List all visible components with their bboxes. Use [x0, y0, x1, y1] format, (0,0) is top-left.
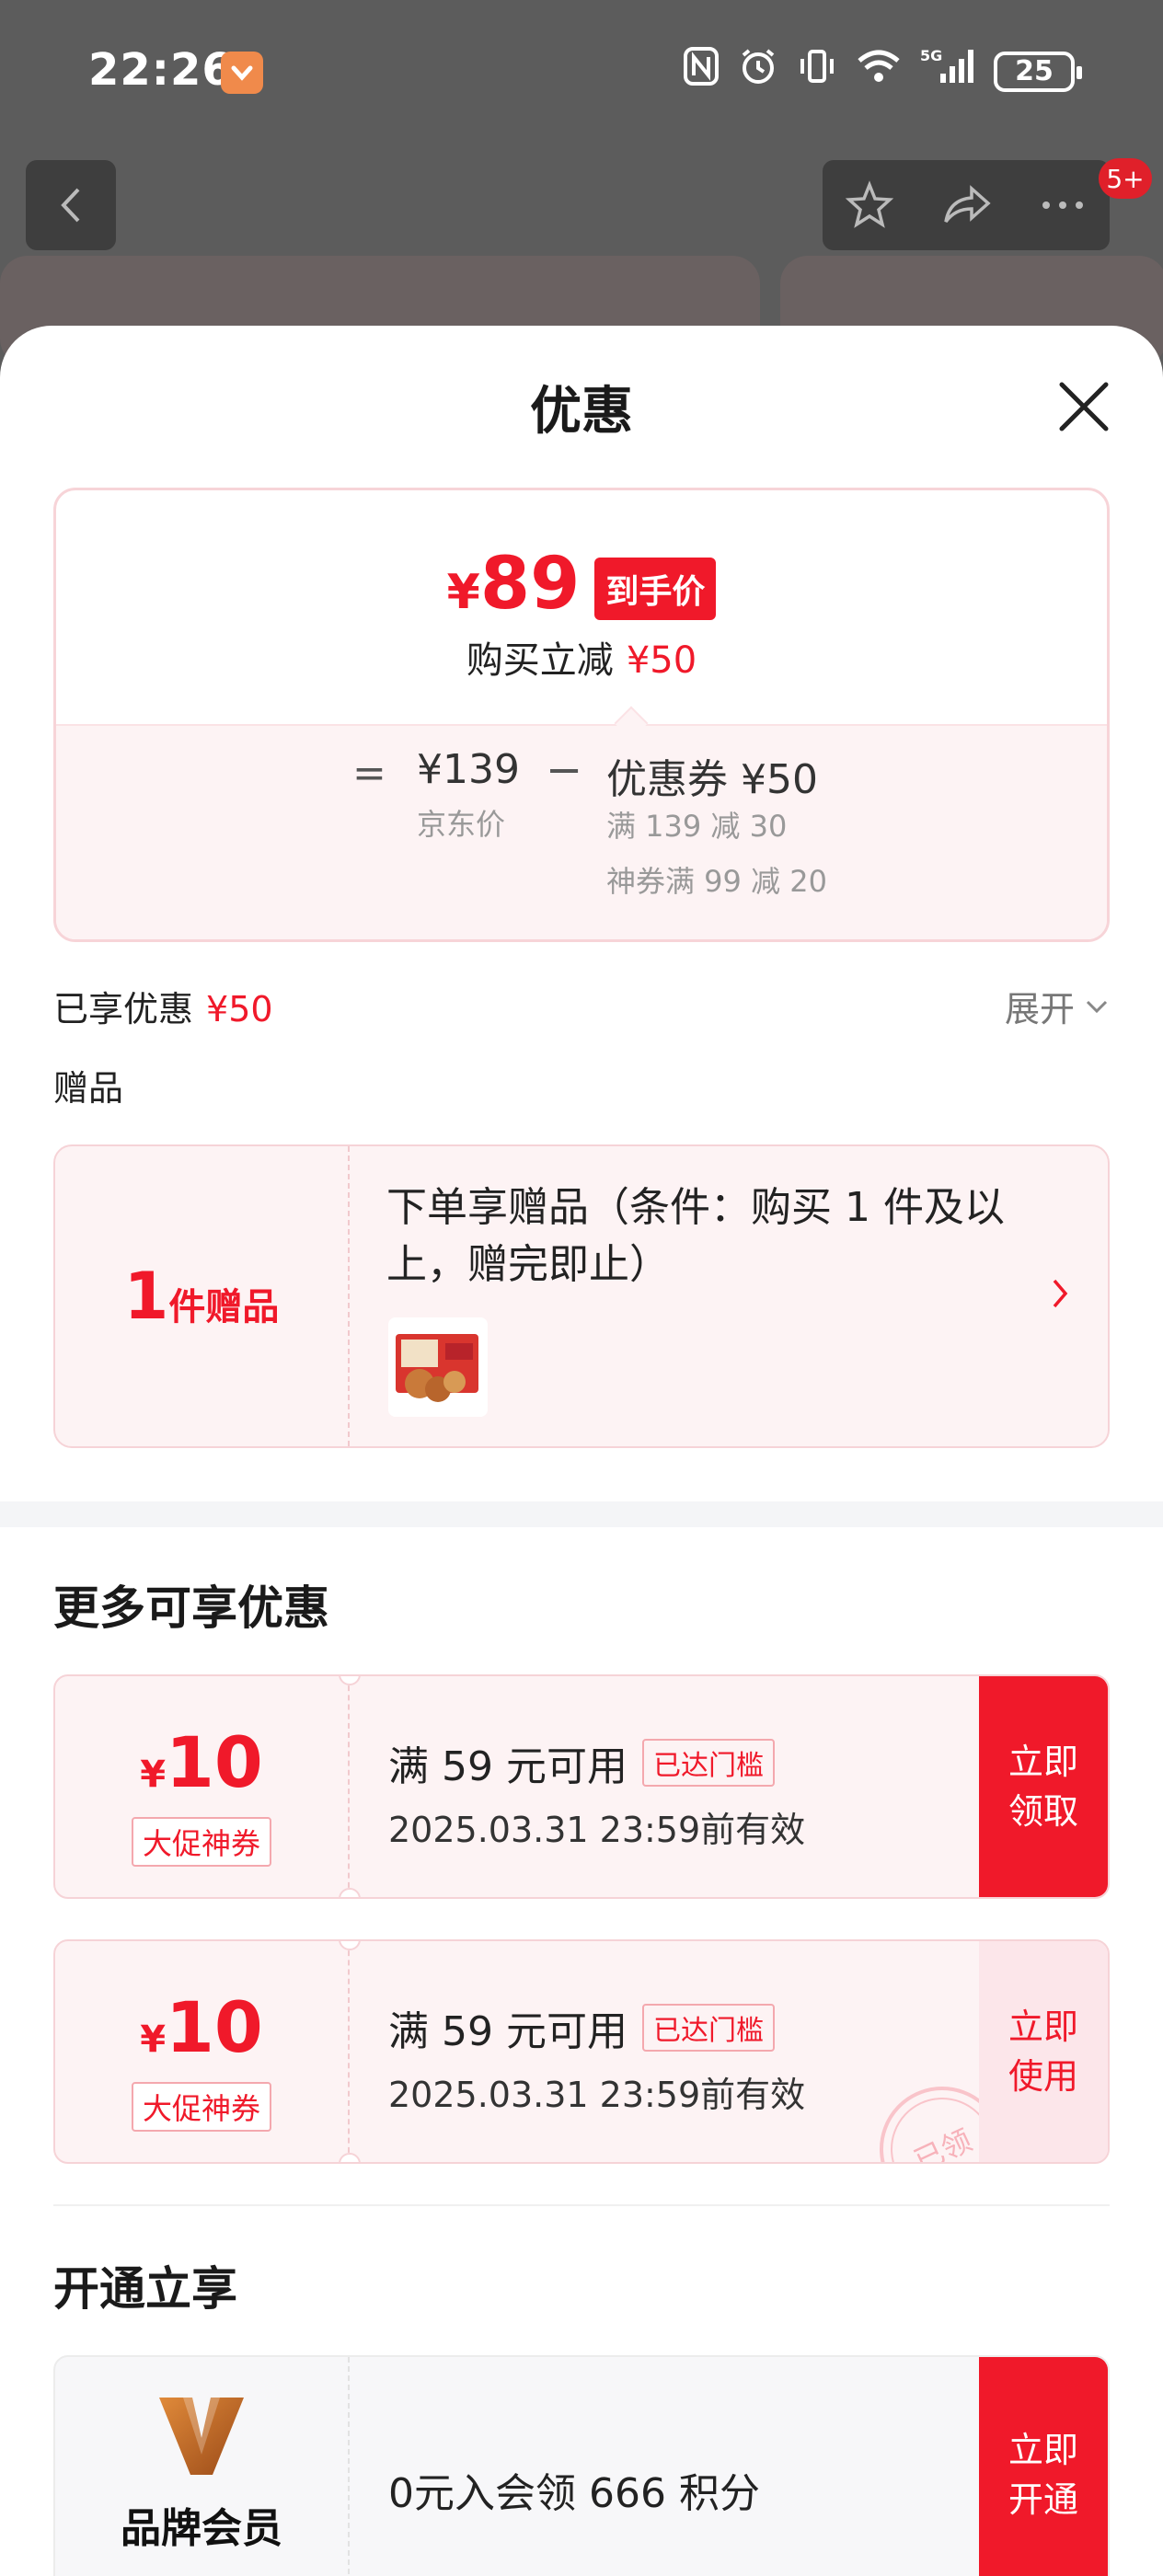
status-icons: 5G 25	[683, 46, 1082, 97]
coupon-type: 大促神券	[131, 1817, 271, 1867]
svg-text:5G: 5G	[920, 47, 942, 64]
coupon-total: 优惠券 ¥50	[606, 756, 818, 803]
notification-app-icon	[221, 52, 263, 94]
jd-price: ¥139	[417, 746, 520, 793]
price-formula: = ¥139 京东价 − 优惠券 ¥50 满 139 减 30 神券满 99 减…	[56, 724, 1107, 939]
gift-count: 1 件赠品	[55, 1146, 350, 1446]
threshold-badge: 已达门槛	[641, 2004, 775, 2052]
top-actions	[823, 160, 1110, 250]
status-time: 22:26	[88, 44, 234, 96]
coupon-condition: 满 59 元可用 已达门槛	[388, 1733, 775, 1792]
jd-price-label: 京东价	[417, 807, 506, 842]
close-icon	[1059, 382, 1109, 431]
final-price-tag: 到手价	[594, 557, 717, 620]
chevron-right-icon	[1053, 1279, 1068, 1308]
coupon-validity: 2025.03.31 23:59前有效	[388, 1810, 806, 1850]
wifi-icon	[856, 46, 902, 97]
membership-offer: 0元入会领 666 积分	[388, 2470, 760, 2517]
gift-heading: 赠品	[53, 1068, 124, 1109]
vibrate-icon	[797, 46, 837, 97]
coupon-condition: 满 59 元可用 已达门槛	[388, 1998, 775, 2057]
alarm-icon	[738, 46, 778, 97]
equals-sign: =	[352, 750, 386, 797]
coupon-value: ¥10 大促神券	[55, 1676, 350, 1897]
gift-product-image	[388, 1317, 488, 1417]
enjoyed-discount: 已享优惠 ¥50	[53, 989, 273, 1029]
coupon-card: ¥10 大促神券 满 59 元可用 已达门槛 2025.03.31 23:59前…	[53, 1674, 1110, 1899]
cellular-signal-icon: 5G	[920, 46, 975, 97]
discount-sheet: 优惠 ¥89 到手价 购买立减 ¥50 = ¥139 京东价 − 优惠券 ¥50 …	[0, 326, 1163, 2576]
gift-card[interactable]: 1 件赠品 下单享赠品（条件：购买 1 件及以上，赠完即止）	[53, 1144, 1110, 1448]
use-coupon-button[interactable]: 立即使用	[979, 1941, 1108, 2162]
chevron-left-icon	[61, 188, 80, 223]
gift-description: 下单享赠品（条件：购买 1 件及以上，赠完即止）	[386, 1184, 1005, 1288]
join-membership-button[interactable]: 立即开通	[979, 2357, 1108, 2576]
section-divider	[0, 1501, 1163, 1527]
membership-card: 品牌会员 0元入会领 666 积分 立即开通	[53, 2355, 1110, 2576]
share-icon[interactable]	[938, 179, 994, 231]
threshold-badge: 已达门槛	[641, 1739, 775, 1787]
membership-brand: 品牌会员	[55, 2357, 350, 2576]
chevron-down-icon	[1086, 1000, 1108, 1013]
close-button[interactable]	[1054, 377, 1113, 436]
coupon-type: 大促神券	[131, 2082, 271, 2132]
divider	[53, 2204, 1110, 2206]
price-breakdown-card: ¥89 到手价 购买立减 ¥50 = ¥139 京东价 − 优惠券 ¥50 满 1…	[53, 488, 1110, 942]
final-price-section: ¥89 到手价 购买立减 ¥50	[56, 490, 1107, 724]
coupon-value: ¥10 大促神券	[55, 1941, 350, 2162]
final-price: ¥89	[446, 543, 581, 626]
expand-button[interactable]: 展开	[1005, 981, 1110, 1031]
membership-name: 品牌会员	[121, 2505, 282, 2552]
sheet-title: 优惠	[530, 382, 633, 442]
coupon-validity: 2025.03.31 23:59前有效	[388, 2075, 806, 2115]
back-button[interactable]	[26, 160, 116, 250]
battery-indicator: 25	[994, 51, 1082, 92]
more-offers-heading: 更多可享优惠	[53, 1581, 329, 1635]
nfc-icon	[683, 46, 720, 97]
coupon-detail: 满 139 减 30	[606, 809, 788, 844]
coupon-card: ¥10 大促神券 满 59 元可用 已达门槛 2025.03.31 23:59前…	[53, 1939, 1110, 2164]
brand-logo-icon	[159, 2398, 244, 2475]
message-count-badge: 5+	[1099, 158, 1152, 199]
minus-sign: −	[546, 744, 583, 796]
instant-reduction: 购买立减 ¥50	[466, 639, 697, 682]
coupon-detail: 神券满 99 减 20	[606, 864, 827, 899]
claim-coupon-button[interactable]: 立即领取	[979, 1676, 1108, 1897]
more-icon[interactable]	[1037, 179, 1088, 231]
status-bar: 22:26 5G 25	[0, 0, 1163, 147]
membership-heading: 开通立享	[53, 2262, 237, 2316]
star-icon[interactable]	[844, 179, 895, 231]
